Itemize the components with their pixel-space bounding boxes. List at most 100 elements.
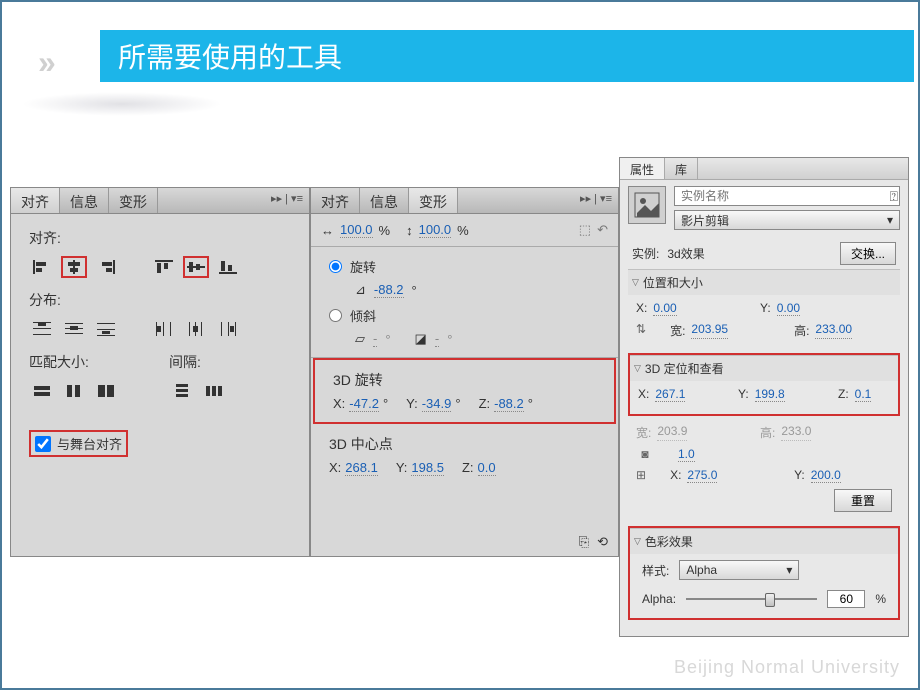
rot3d-x[interactable]: -47.2 — [349, 396, 379, 412]
dist-bottom-icon[interactable] — [93, 318, 119, 340]
link-icon[interactable]: ⇅ — [636, 322, 646, 339]
center3d-x[interactable]: 268.1 — [345, 460, 378, 476]
match-both-icon[interactable] — [93, 380, 119, 402]
slide: » 所需要使用的工具 对齐 信息 变形 ▸▸ | ▾≡ 对齐: — [0, 0, 920, 690]
color-effect-section: ▽色彩效果 样式: Alpha ▾ Alpha: — [628, 526, 900, 620]
center3d-y[interactable]: 198.5 — [411, 460, 444, 476]
transform-tabs: 对齐 信息 变形 ▸▸ | ▾≡ — [311, 188, 618, 214]
instance-name: 3d效果 — [667, 245, 704, 262]
skew-v-value[interactable]: - — [435, 331, 439, 347]
reset-button[interactable]: 重置 — [834, 489, 892, 512]
align-hcenter-icon[interactable] — [61, 256, 87, 278]
align-top-icon[interactable] — [151, 256, 177, 278]
align-left-icon[interactable] — [29, 256, 55, 278]
scale-row: ↔ 100.0% ↕ 100.0% ⬚ ↶ — [311, 214, 618, 247]
width-val[interactable]: 203.95 — [691, 322, 728, 339]
scale-height[interactable]: 100.0 — [419, 222, 452, 238]
match-height-icon[interactable] — [61, 380, 87, 402]
rotation-3d-section: 3D 旋转 X: -47.2° Y: -34.9° Z: -88.2° — [313, 358, 616, 424]
align-vcenter-icon[interactable] — [183, 256, 209, 278]
stage-align-checkbox[interactable] — [35, 436, 51, 452]
tab-library[interactable]: 库 — [665, 158, 698, 179]
pos3d-y[interactable]: 199.8 — [755, 387, 785, 402]
pos-y[interactable]: 0.00 — [777, 301, 800, 316]
rotate-value[interactable]: -88.2 — [374, 282, 404, 298]
center3d-z[interactable]: 0.0 — [478, 460, 496, 476]
stage-align-check[interactable]: 与舞台对齐 — [29, 430, 128, 457]
tab-properties[interactable]: 属性 — [620, 158, 665, 179]
transform-body: ↔ 100.0% ↕ 100.0% ⬚ ↶ 旋转 ⊿ -88.2° — [311, 214, 618, 556]
dist-right-icon[interactable] — [215, 318, 241, 340]
height3d: 233.0 — [781, 424, 811, 441]
pos3d-z[interactable]: 0.1 — [855, 387, 872, 402]
page-title: 所需要使用的工具 — [118, 36, 342, 76]
vanish-x[interactable]: 275.0 — [687, 468, 717, 483]
reset-icon[interactable]: ↶ — [597, 222, 608, 238]
pos3d-section: ▽3D 定位和查看 X: 267.1 Y: 199.8 Z: 0.1 — [628, 353, 900, 416]
space-vert-icon[interactable] — [169, 380, 195, 402]
stage-align-label: 与舞台对齐 — [57, 434, 122, 453]
rotation-3d-label: 3D 旋转 — [333, 370, 596, 390]
center-3d-label: 3D 中心点 — [329, 434, 600, 454]
alpha-label: Alpha: — [642, 592, 676, 606]
perspective[interactable]: 1.0 — [678, 447, 695, 462]
tab-info-2[interactable]: 信息 — [360, 188, 409, 213]
dist-left-icon[interactable] — [151, 318, 177, 340]
angle-icon: ⊿ — [355, 282, 366, 298]
pos3d-x[interactable]: 267.1 — [655, 387, 685, 402]
align-row — [29, 256, 291, 278]
skew-radio-row: 倾斜 — [329, 306, 600, 325]
style-label: 样式: — [642, 562, 669, 579]
tab-align[interactable]: 对齐 — [11, 188, 60, 213]
dist-vcenter-icon[interactable] — [61, 318, 87, 340]
instance-header: 影片剪辑 ▾ ⍰ — [628, 186, 900, 230]
tab-transform-2[interactable]: 变形 — [409, 188, 458, 213]
triangle-down-icon: ▽ — [632, 277, 639, 288]
title-band: 所需要使用的工具 — [100, 30, 914, 82]
alpha-input[interactable] — [827, 590, 865, 608]
color-effect-header[interactable]: ▽色彩效果 — [630, 528, 898, 554]
dropdown-icon: ▾ — [887, 213, 893, 227]
watermark: Beijing Normal University — [674, 657, 900, 678]
width3d: 203.9 — [657, 424, 687, 441]
vanish-y[interactable]: 200.0 — [811, 468, 841, 483]
decor-smudge — [22, 92, 222, 116]
distribute-row — [29, 318, 291, 340]
panel-menu-icon[interactable]: ▸▸ | ▾≡ — [265, 188, 309, 213]
rot3d-z[interactable]: -88.2 — [494, 396, 524, 412]
skew-radio[interactable] — [329, 309, 342, 322]
instance-type-select[interactable]: 影片剪辑 ▾ — [674, 210, 900, 230]
space-horiz-icon[interactable] — [201, 380, 227, 402]
skew-h-icon: ▱ — [355, 331, 365, 347]
align-right-icon[interactable] — [93, 256, 119, 278]
instance-name-input[interactable] — [674, 186, 900, 206]
skew-h-value[interactable]: - — [373, 331, 377, 347]
pos3d-header[interactable]: ▽3D 定位和查看 — [630, 355, 898, 381]
rotate-radio-row: 旋转 — [329, 257, 600, 276]
distribute-label: 分布: — [29, 290, 291, 310]
info-icon[interactable]: ⍰ — [890, 188, 898, 205]
align-bottom-icon[interactable] — [215, 256, 241, 278]
transform-panel: 对齐 信息 变形 ▸▸ | ▾≡ ↔ 100.0% ↕ 100.0% ⬚ ↶ — [310, 187, 619, 557]
tab-transform[interactable]: 变形 — [109, 188, 158, 213]
skew-v-icon: ◪ — [415, 331, 427, 347]
rotate-radio[interactable] — [329, 260, 342, 273]
tab-info[interactable]: 信息 — [60, 188, 109, 213]
reset-transform-icon[interactable]: ⟲ — [597, 534, 608, 550]
alpha-slider[interactable] — [686, 591, 817, 607]
style-select[interactable]: Alpha ▾ — [679, 560, 799, 580]
height-val[interactable]: 233.00 — [815, 322, 852, 339]
swap-button[interactable]: 交换... — [840, 242, 896, 265]
tab-align-2[interactable]: 对齐 — [311, 188, 360, 213]
panel-menu-icon-2[interactable]: ▸▸ | ▾≡ — [574, 188, 618, 213]
rot3d-y[interactable]: -34.9 — [422, 396, 452, 412]
pos-size-header[interactable]: ▽位置和大小 — [628, 269, 900, 295]
dist-hcenter-icon[interactable] — [183, 318, 209, 340]
constrain-icon[interactable]: ⬚ — [579, 222, 591, 238]
center-3d-section: 3D 中心点 X: 268.1 Y: 198.5 Z: 0.0 — [311, 424, 618, 486]
pos-x[interactable]: 0.00 — [653, 301, 676, 316]
copy-transform-icon[interactable]: ⎘ — [579, 534, 589, 550]
dist-top-icon[interactable] — [29, 318, 55, 340]
match-width-icon[interactable] — [29, 380, 55, 402]
scale-width[interactable]: 100.0 — [340, 222, 373, 238]
